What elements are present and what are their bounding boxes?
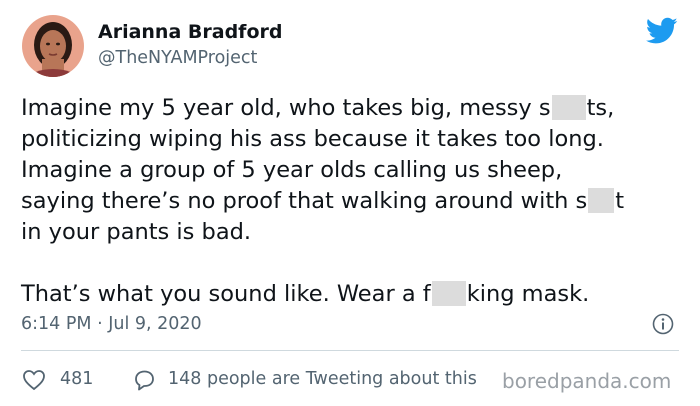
censor-box: [588, 188, 615, 213]
twitter-bird-icon[interactable]: [646, 17, 678, 45]
tweet-text: Imagine my 5 year old, who takes big, me…: [21, 93, 689, 310]
avatar[interactable]: [22, 15, 84, 77]
boredpanda-watermark: boredpanda.com: [500, 369, 674, 393]
author-handle[interactable]: @TheNYAMProject: [98, 48, 257, 68]
tweet-card: Arianna Bradford @TheNYAMProject Imagine…: [0, 0, 700, 406]
censor-box: [551, 95, 586, 120]
tweet-line: politicizing wiping his ass because it t…: [21, 126, 604, 152]
tweet-line: That’s what you sound like. Wear a f king…: [21, 281, 590, 307]
tweet-line: in your pants is bad.: [21, 219, 252, 245]
like-count[interactable]: 481: [60, 369, 93, 389]
divider: [21, 350, 679, 351]
avatar-image: [22, 15, 84, 77]
author-name[interactable]: Arianna Bradford: [98, 21, 282, 43]
tweeting-about-link[interactable]: 148 people are Tweeting about this: [168, 369, 477, 389]
heart-icon[interactable]: [22, 369, 46, 391]
tweet-line: Imagine a group of 5 year olds calling u…: [21, 157, 563, 183]
speech-bubble-icon[interactable]: [132, 369, 156, 391]
tweet-timestamp[interactable]: 6:14 PM · Jul 9, 2020: [21, 314, 202, 334]
tweet-line: saying there’s no proof that walking aro…: [21, 188, 625, 214]
censor-box: [431, 281, 466, 306]
tweet-line: Imagine my 5 year old, who takes big, me…: [21, 95, 615, 121]
info-icon[interactable]: [652, 313, 674, 335]
